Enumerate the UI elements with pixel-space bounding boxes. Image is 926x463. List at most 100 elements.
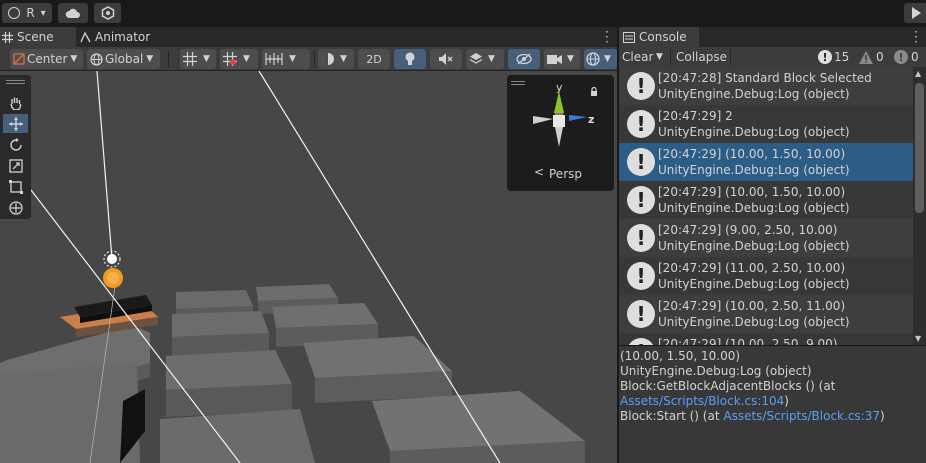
gizmos-dropdown[interactable]: ▼ — [584, 49, 617, 69]
info-filter-toggle[interactable]: ! 15 — [818, 47, 849, 67]
scroll-thumb[interactable] — [915, 83, 924, 213]
chevron-down-icon: ▼ — [488, 54, 495, 64]
services-button[interactable] — [94, 3, 121, 23]
move-tool-button[interactable] — [3, 114, 28, 133]
tab-console[interactable]: Console — [619, 27, 699, 47]
list-item[interactable]: ! [20:47:29] (9.00, 2.50, 10.00) UnityEn… — [619, 219, 913, 257]
play-button[interactable] — [904, 3, 926, 23]
console-log-list[interactable]: ! [20:47:28] Standard Block Selected Uni… — [619, 67, 913, 345]
chevron-down-icon: ▼ — [567, 54, 574, 64]
scene-tabstrip: Scene Animator · · · — [0, 26, 617, 48]
tab-animator[interactable]: Animator — [80, 27, 160, 47]
chevron-down-icon: ▼ — [289, 54, 296, 64]
script-link[interactable]: Assets/Scripts/Block.cs:104 — [620, 394, 784, 408]
info-icon: ! — [627, 262, 655, 290]
increment-snap-icon — [265, 53, 283, 65]
detail-source: UnityEngine.Debug:Log (object) — [620, 364, 812, 378]
axis-z-label: z — [588, 113, 595, 126]
toolbar-divider — [168, 51, 169, 67]
tab-console-label: Console — [639, 30, 687, 44]
rect-tool-button[interactable] — [3, 177, 28, 196]
palette-grip[interactable] — [6, 80, 25, 84]
list-item[interactable]: ! [20:47:29] 2 UnityEngine.Debug:Log (ob… — [619, 105, 913, 143]
grid-snap-button[interactable]: ▼ — [180, 49, 216, 69]
clear-button[interactable]: Clear — [622, 47, 653, 67]
info-icon: ! — [627, 110, 655, 138]
detail-paren: ) — [880, 409, 885, 423]
chevron-down-icon: ▼ — [656, 52, 663, 62]
list-item[interactable]: ! [20:47:28] Standard Block Selected Uni… — [619, 67, 913, 105]
more-menu-icon[interactable]: · · · — [605, 26, 609, 48]
hand-icon — [10, 97, 22, 110]
detail-paren: ) — [784, 394, 789, 408]
info-icon: ! — [818, 50, 832, 64]
chevron-down-icon: ▼ — [70, 54, 78, 64]
log-message: [20:47:29] (10.00, 2.50, 11.00) — [658, 299, 846, 313]
tab-scene[interactable]: Scene — [0, 27, 76, 47]
script-link[interactable]: Assets/Scripts/Block.cs:37 — [723, 409, 880, 423]
log-message: [20:47:29] (10.00, 2.50, 9.00) — [658, 337, 838, 345]
account-avatar-icon — [8, 7, 21, 19]
scroll-up-arrow-icon[interactable]: ▲ — [915, 69, 921, 78]
grid-icon — [2, 31, 13, 43]
audio-toggle[interactable] — [430, 49, 462, 69]
grid-snap-icon — [183, 52, 197, 66]
console-toolbar: Clear ▼ Collapse ! 15 0 ! 0 — [619, 47, 926, 67]
info-icon: ! — [627, 148, 655, 176]
clear-options-dropdown[interactable]: ▼ — [656, 47, 663, 67]
grid-visibility-button[interactable]: ▼ — [220, 49, 258, 69]
log-scrollbar[interactable]: ▲ ▼ — [913, 67, 926, 345]
tab-animator-label: Animator — [95, 30, 151, 44]
warning-filter-toggle[interactable]: 0 — [859, 47, 884, 67]
globe-icon — [90, 52, 103, 66]
list-item[interactable]: ! [20:47:29] (10.00, 1.50, 10.00) UnityE… — [619, 181, 913, 219]
shading-mode-icon — [322, 53, 334, 65]
collapse-button[interactable]: Collapse — [676, 47, 727, 67]
error-filter-toggle[interactable]: ! 0 — [894, 47, 919, 67]
pivot-dropdown[interactable]: Center ▼ — [10, 49, 83, 69]
detail-frame-2-text: Block:Start () (at — [620, 409, 724, 423]
warning-count: 0 — [876, 50, 884, 64]
transform-tool-button[interactable] — [3, 198, 28, 217]
cloud-button[interactable] — [58, 3, 88, 23]
detail-message: (10.00, 1.50, 10.00) — [620, 349, 741, 363]
account-button[interactable]: R ▾ — [2, 3, 52, 23]
chevron-down-icon: ▾ — [40, 7, 46, 19]
scene-toolbar: Center ▼ Global ▼ ▼ ▼ ▼ ▼ 2D ▼ ▼ ▼ — [0, 47, 617, 71]
log-source: UnityEngine.Debug:Log (object) — [658, 125, 850, 139]
hexagon-gear-icon — [101, 6, 114, 20]
eye-slash-icon — [516, 53, 532, 65]
rotate-tool-button[interactable] — [3, 135, 28, 154]
persp-label[interactable]: Persp — [549, 167, 582, 181]
info-icon: ! — [627, 338, 655, 345]
play-icon — [912, 7, 921, 19]
increment-snap-button[interactable]: ▼ — [262, 49, 310, 69]
list-item[interactable]: ! [20:47:29] (11.00, 2.50, 10.00) UnityE… — [619, 257, 913, 295]
orientation-gizmo[interactable]: y z < Persp — [507, 75, 614, 191]
rotate-icon — [9, 137, 22, 151]
lighting-toggle[interactable] — [394, 49, 426, 69]
more-menu-icon[interactable]: · · · — [914, 26, 918, 48]
pivot-icon — [13, 53, 25, 65]
space-dropdown[interactable]: Global ▼ — [87, 49, 160, 69]
detail-frame-2: Block:Start () (at Assets/Scripts/Block.… — [620, 409, 885, 423]
scroll-down-arrow-icon[interactable]: ▼ — [915, 334, 921, 343]
mute-icon — [439, 53, 453, 65]
list-item[interactable]: ! [20:47:29] (10.00, 2.50, 11.00) UnityE… — [619, 295, 913, 333]
chevron-down-icon: ▼ — [604, 54, 611, 64]
hand-tool-button[interactable] — [3, 93, 28, 112]
effects-dropdown[interactable]: ▼ — [466, 49, 504, 69]
hidden-objects-toggle[interactable] — [508, 49, 540, 69]
console-tabstrip: Console · · · — [619, 26, 926, 48]
account-initial: R — [26, 6, 35, 20]
camera-icon — [547, 54, 562, 64]
draw-mode-dropdown[interactable]: ▼ — [318, 49, 354, 69]
list-item[interactable]: ! [20:47:29] (10.00, 1.50, 10.00) UnityE… — [619, 143, 913, 181]
toolbar-divider — [314, 51, 315, 67]
camera-dropdown[interactable]: ▼ — [544, 49, 580, 69]
scale-tool-button[interactable] — [3, 156, 28, 175]
scene-view[interactable]: y z < Persp — [0, 71, 617, 463]
2d-mode-button[interactable]: 2D — [358, 49, 390, 69]
gizmo-globe-icon — [586, 52, 600, 66]
list-item[interactable]: ! [20:47:29] (10.00, 2.50, 9.00) — [619, 333, 913, 345]
